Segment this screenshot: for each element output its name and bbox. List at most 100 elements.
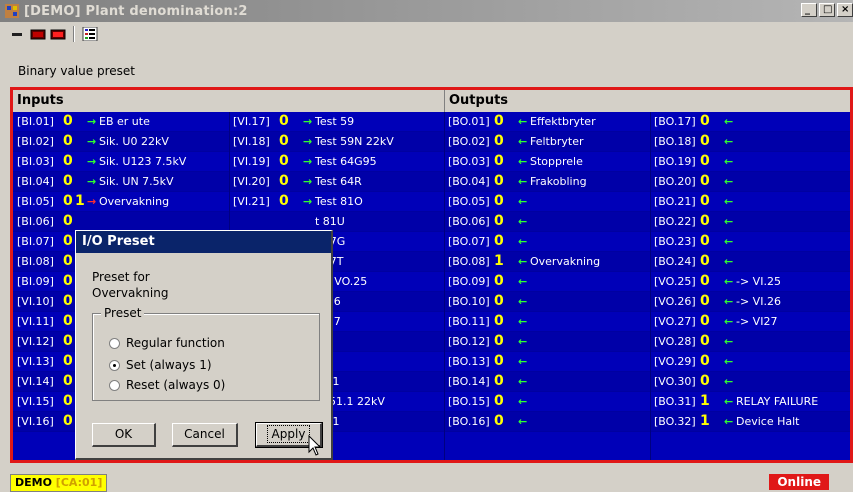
- minus-icon[interactable]: [10, 27, 26, 41]
- io-row[interactable]: [BO.14] 0 ←: [444, 372, 650, 392]
- direction-arrow-icon: ←: [724, 355, 734, 368]
- io-row[interactable]: [VI.20] 0 → Test 64R: [229, 172, 444, 192]
- io-row[interactable]: [BO.12] 0 ←: [444, 332, 650, 352]
- radio-reset-always-0-circle[interactable]: [109, 379, 120, 391]
- io-row[interactable]: [VI.18] 0 → Test 59N 22kV: [229, 132, 444, 152]
- direction-arrow-icon: →: [303, 155, 313, 168]
- device-status: DEMO [CA:01]: [10, 474, 108, 492]
- direction-arrow-icon: ←: [724, 395, 734, 408]
- display-on-icon[interactable]: [50, 27, 66, 41]
- io-name: Test 64R: [315, 175, 362, 188]
- io-value: 0: [63, 313, 73, 329]
- app-icon: [4, 3, 20, 19]
- io-row[interactable]: [BO.06] 0 ←: [444, 212, 650, 232]
- io-address: [BI.06]: [17, 215, 54, 228]
- radio-set-always-1-circle[interactable]: [109, 359, 120, 371]
- io-value: 0: [700, 213, 710, 229]
- list-view-icon[interactable]: [82, 26, 98, 42]
- apply-button-label: Apply: [266, 425, 311, 443]
- io-value: 0: [63, 153, 73, 169]
- io-value: 0: [494, 193, 504, 209]
- io-row[interactable]: [BO.24] 0 ←: [650, 252, 850, 272]
- io-row[interactable]: [BO.17] 0 ←: [650, 112, 850, 132]
- io-row[interactable]: [VO.30] 0 ←: [650, 372, 850, 392]
- io-row[interactable]: [VI.21] 0 → Test 81O: [229, 192, 444, 212]
- direction-arrow-icon: ←: [724, 415, 734, 428]
- io-address: [BO.10]: [448, 295, 490, 308]
- io-row[interactable]: [VO.27] 0 ← -> VI27: [650, 312, 850, 332]
- device-name: DEMO: [15, 476, 52, 489]
- io-row[interactable]: [BO.02] 0 ← Feltbryter: [444, 132, 650, 152]
- ok-button[interactable]: OK: [92, 423, 156, 447]
- io-row[interactable]: [BO.20] 0 ←: [650, 172, 850, 192]
- io-row[interactable]: [BO.22] 0 ←: [650, 212, 850, 232]
- io-row[interactable]: [BO.15] 0 ←: [444, 392, 650, 412]
- io-row[interactable]: [VO.29] 0 ←: [650, 352, 850, 372]
- io-address: [BI.09]: [17, 275, 54, 288]
- radio-regular-function[interactable]: Regular function: [109, 336, 225, 350]
- io-row[interactable]: [BO.10] 0 ←: [444, 292, 650, 312]
- direction-arrow-icon: →: [303, 175, 313, 188]
- io-row[interactable]: [BO.03] 0 ← Stopprele: [444, 152, 650, 172]
- io-name: -> VI.25: [736, 275, 781, 288]
- io-address: [BO.04]: [448, 175, 490, 188]
- column-outputs-2: [BO.17] 0 ← [BO.18] 0 ← [BO.19] 0 ← [BO.20] 0 ← [BO.…: [650, 112, 850, 432]
- io-address: [VI.20]: [233, 175, 270, 188]
- io-name: Test 64G95: [315, 155, 377, 168]
- io-value: 0: [63, 233, 73, 249]
- io-address: [VI.10]: [17, 295, 54, 308]
- display-off-icon[interactable]: [30, 27, 46, 41]
- io-row[interactable]: [BO.05] 0 ←: [444, 192, 650, 212]
- radio-regular-function-circle[interactable]: [109, 337, 120, 349]
- io-address: [VI.16]: [17, 415, 54, 428]
- dialog-title: I/O Preset: [76, 231, 331, 253]
- io-row[interactable]: [BO.31] 1 ← RELAY FAILURE: [650, 392, 850, 412]
- direction-arrow-icon: ←: [518, 235, 528, 248]
- io-row[interactable]: [BI.02] 0 → Sik. U0 22kV: [13, 132, 229, 152]
- io-row[interactable]: [BO.16] 0 ←: [444, 412, 650, 432]
- io-row[interactable]: [BO.32] 1 ← Device Halt: [650, 412, 850, 432]
- io-value: 0: [279, 153, 289, 169]
- io-row[interactable]: [VI.17] 0 → Test 59: [229, 112, 444, 132]
- io-row[interactable]: [BO.11] 0 ←: [444, 312, 650, 332]
- io-address: [VO.27]: [654, 315, 696, 328]
- io-row[interactable]: [BO.21] 0 ←: [650, 192, 850, 212]
- io-row[interactable]: [VO.25] 0 ← -> VI.25: [650, 272, 850, 292]
- io-value: 0: [700, 313, 710, 329]
- io-address: [VO.26]: [654, 295, 696, 308]
- io-row[interactable]: [VO.28] 0 ←: [650, 332, 850, 352]
- minimize-button[interactable]: _: [801, 3, 817, 17]
- mouse-cursor-icon: [308, 435, 322, 456]
- io-address: [BI.05]: [17, 195, 54, 208]
- io-row[interactable]: [BO.07] 0 ←: [444, 232, 650, 252]
- io-row[interactable]: [BO.13] 0 ←: [444, 352, 650, 372]
- cancel-button[interactable]: Cancel: [172, 423, 238, 447]
- io-address: [BO.13]: [448, 355, 490, 368]
- radio-reset-always-0[interactable]: Reset (always 0): [109, 378, 225, 392]
- close-button[interactable]: ×: [837, 3, 853, 17]
- io-value: 0: [494, 273, 504, 289]
- io-row[interactable]: [BO.01] 0 ← Effektbryter: [444, 112, 650, 132]
- io-preset-value: 1: [75, 193, 85, 209]
- io-address: [BO.32]: [654, 415, 696, 428]
- io-value: 0: [700, 153, 710, 169]
- direction-arrow-icon: ←: [724, 135, 734, 148]
- io-value: 0: [63, 273, 73, 289]
- io-row[interactable]: [BO.19] 0 ←: [650, 152, 850, 172]
- preset-group-label: Preset: [101, 306, 145, 320]
- io-row[interactable]: [VO.26] 0 ← -> VI.26: [650, 292, 850, 312]
- io-row[interactable]: [VI.19] 0 → Test 64G95: [229, 152, 444, 172]
- io-row[interactable]: [BI.01] 0 → EB er ute: [13, 112, 229, 132]
- io-row[interactable]: [BO.08] 1 ← Overvakning: [444, 252, 650, 272]
- maximize-button[interactable]: □: [819, 3, 835, 17]
- io-row[interactable]: [BI.03] 0 → Sik. U123 7.5kV: [13, 152, 229, 172]
- io-row[interactable]: t 81U: [229, 212, 444, 232]
- io-row[interactable]: [BI.04] 0 → Sik. UN 7.5kV: [13, 172, 229, 192]
- io-row[interactable]: [BO.09] 0 ←: [444, 272, 650, 292]
- io-row[interactable]: [BI.06] 0: [13, 212, 229, 232]
- io-row[interactable]: [BO.04] 0 ← Frakobling: [444, 172, 650, 192]
- radio-set-always-1[interactable]: Set (always 1): [109, 358, 212, 372]
- io-row[interactable]: [BO.18] 0 ←: [650, 132, 850, 152]
- io-row[interactable]: [BI.05] 0 1 → Overvakning: [13, 192, 229, 212]
- io-row[interactable]: [BO.23] 0 ←: [650, 232, 850, 252]
